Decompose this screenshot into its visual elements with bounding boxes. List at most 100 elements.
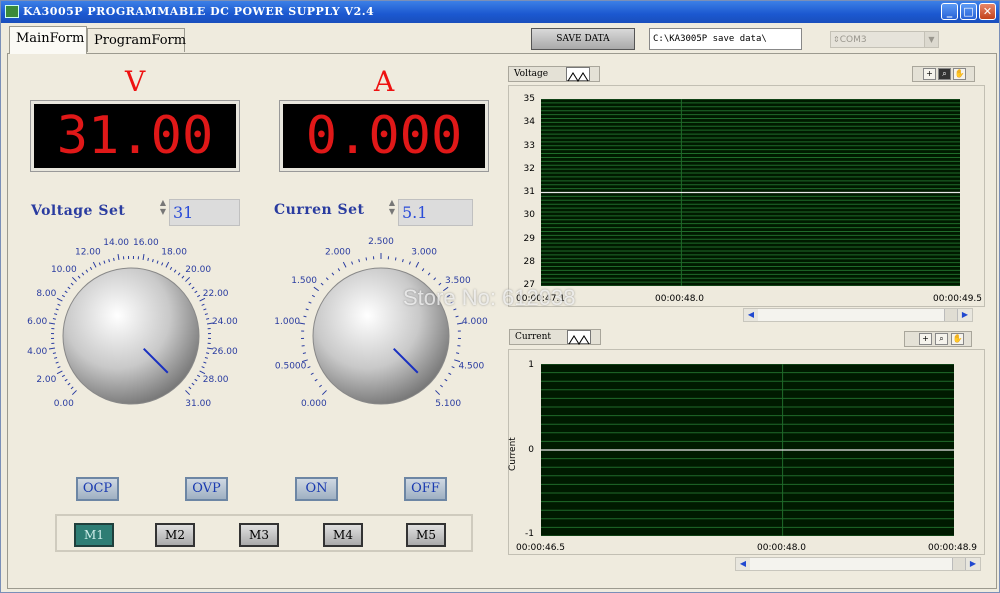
dial-tick (421, 268, 425, 272)
dial-tick (206, 318, 210, 320)
dial-tick (440, 384, 443, 388)
dial-tick (191, 382, 195, 386)
maximize-button[interactable]: □ (960, 3, 977, 20)
minimize-button[interactable]: _ (941, 3, 958, 20)
dial-tick (81, 272, 85, 276)
dial-tick (331, 272, 335, 276)
current-scrollbar[interactable]: ◀ ▶ (735, 557, 981, 571)
save-data-button[interactable]: SAVE DATA (531, 28, 635, 50)
memory-m3-button[interactable]: M3 (239, 523, 279, 547)
dial-tick (204, 357, 208, 359)
scroll-right-icon[interactable]: ▶ (966, 558, 980, 570)
dial-tick (456, 352, 460, 354)
voltage-knob[interactable]: 0.00 2.00 4.00 6.00 8.00 10.00 12.0014.00 16.00… (21, 236, 251, 436)
dial-tick (427, 272, 431, 276)
ovp-button[interactable]: OVP (185, 477, 228, 501)
dial-tick-label: 18.00 (161, 247, 187, 257)
dial-tick (57, 303, 61, 306)
tab-mainform[interactable]: MainForm (9, 26, 87, 54)
dial-tick (185, 276, 191, 282)
dial-tick (197, 374, 201, 378)
on-button[interactable]: ON (295, 477, 338, 501)
scroll-left-icon[interactable]: ◀ (736, 558, 750, 570)
tab-programform[interactable]: ProgramForm (87, 28, 186, 52)
current-knob[interactable]: 0.0000.50001.0001.5002.0002.5003.0003.50… (271, 236, 501, 436)
title-bar[interactable]: KA3005P PROGRAMMABLE DC POWER SUPPLY V2.… (1, 1, 999, 23)
dial-tick (394, 257, 397, 261)
dial-tick (337, 268, 341, 272)
voltage-scrollbar[interactable]: ◀ ▶ (743, 308, 973, 322)
dial-tick-label: 0.00 (54, 399, 74, 409)
dial-tick (320, 282, 324, 286)
waveform-icon[interactable] (567, 330, 591, 345)
memory-m5-button[interactable]: M5 (406, 523, 446, 547)
dial-tick (71, 390, 77, 396)
crosshair-icon[interactable]: + (919, 333, 932, 345)
current-y-axis-label: Current (508, 437, 518, 471)
y-tick-label: 33 (523, 140, 535, 151)
y-tick-label: 32 (523, 163, 535, 174)
chevron-down-icon[interactable]: ▼ (924, 32, 938, 47)
dial-tick (64, 378, 68, 382)
dial-tick-label: 3.000 (411, 247, 437, 257)
dial-tick-label: 10.00 (51, 265, 77, 275)
dial-tick-label: 12.00 (75, 247, 101, 257)
dial-tick (204, 313, 208, 315)
dial-tick (206, 352, 210, 354)
voltage-graph-title: Voltage (514, 69, 549, 79)
dial-tick (70, 386, 74, 390)
dial-tick (142, 253, 145, 261)
dial-tick (203, 361, 207, 364)
close-button[interactable]: ✕ (979, 3, 996, 20)
zoom-icon[interactable]: ⌕ (938, 68, 951, 80)
scroll-left-icon[interactable]: ◀ (744, 309, 758, 321)
pan-hand-icon[interactable]: ✋ (953, 68, 966, 80)
voltage-set-field[interactable]: 31 (169, 199, 240, 226)
dial-tick (319, 384, 322, 388)
x-tick-label: 00:00:48.0 (757, 543, 807, 553)
dial-tick (161, 262, 164, 266)
voltage-spin-arrows[interactable]: ▲ ▼ (158, 198, 168, 226)
dial-tick (48, 322, 56, 325)
dial-tick-label: 31.00 (185, 399, 211, 409)
current-set-field[interactable]: 5.1 (398, 199, 473, 226)
store-watermark: Store No: 612038 (403, 285, 576, 310)
y-tick-label: 34 (523, 117, 535, 128)
scroll-thumb[interactable] (952, 558, 966, 570)
dial-tick-label: 16.00 (133, 238, 159, 248)
current-graph-title: Current (515, 332, 552, 342)
dial-tick (113, 257, 115, 261)
memory-m2-button[interactable]: M2 (155, 523, 195, 547)
x-tick-label: 00:00:48.9 (928, 543, 978, 553)
dial-tick-label: 20.00 (185, 265, 211, 275)
current-spin-arrows[interactable]: ▲ ▼ (387, 198, 397, 226)
pan-hand-icon[interactable]: ✋ (951, 333, 964, 345)
memory-m1-button[interactable]: M1 (74, 523, 114, 547)
zoom-icon[interactable]: ⌕ (935, 333, 948, 345)
scroll-thumb[interactable] (944, 309, 958, 321)
y-tick-label: 29 (523, 233, 535, 244)
off-button[interactable]: OFF (404, 477, 447, 501)
waveform-icon[interactable] (566, 67, 590, 82)
current-graph-tools: + ⌕ ✋ (904, 331, 972, 347)
dial-tick (313, 286, 319, 292)
dial-tick (52, 352, 56, 354)
dial-tick (156, 260, 159, 264)
dial-tick-label: 4.500 (458, 361, 484, 371)
dial-tick (451, 366, 455, 369)
com-port-select[interactable]: ⇕COM3 ▼ (830, 31, 939, 48)
current-plot-area (541, 364, 954, 536)
save-path-field[interactable]: C:\KA3005P save data\ (649, 28, 802, 50)
knob-body[interactable] (62, 267, 200, 405)
crosshair-icon[interactable]: + (923, 68, 936, 80)
dial-tick (402, 259, 404, 263)
scroll-right-icon[interactable]: ▶ (958, 309, 972, 321)
dial-tick (92, 261, 97, 268)
dial-tick (67, 286, 71, 290)
dial-tick-label: 24.00 (212, 317, 238, 327)
memory-m4-button[interactable]: M4 (323, 523, 363, 547)
ocp-button[interactable]: OCP (76, 477, 119, 501)
dial-tick-label: 1.000 (274, 317, 300, 327)
dial-tick-label: 26.00 (212, 347, 238, 357)
dial-tick (199, 370, 206, 375)
